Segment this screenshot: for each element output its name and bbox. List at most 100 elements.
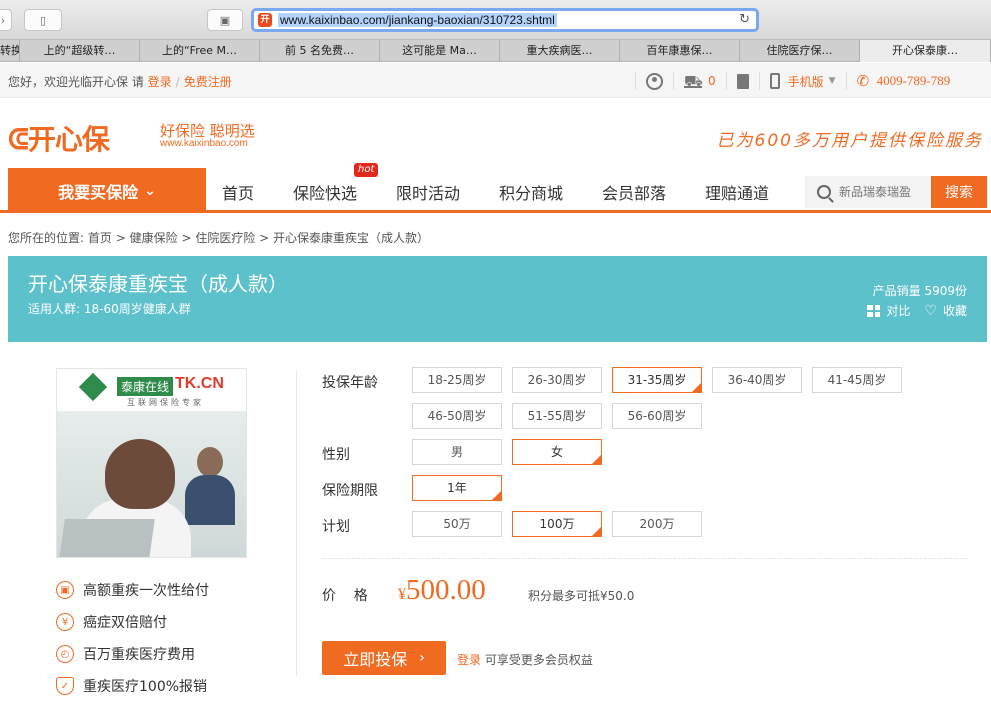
breadcrumb-health[interactable]: 健康保险: [130, 231, 178, 245]
cart-icon[interactable]: ⛟: [684, 73, 703, 88]
breadcrumb-home[interactable]: 首页: [88, 231, 112, 245]
mobile-version-link[interactable]: 手机版: [788, 73, 824, 90]
tab-8-active[interactable]: 开心保泰康…: [860, 40, 991, 62]
breadcrumb-current: 开心保泰康重疾宝（成人款）: [273, 231, 430, 245]
browser-toolbar: › ▯ ▣ 开 www.kaixinbao.com/jiankang-baoxi…: [0, 0, 991, 40]
cart-count: 0: [708, 74, 716, 88]
buy-menu-label: 我要买保险: [58, 182, 139, 202]
favorite-link[interactable]: 收藏: [943, 302, 967, 319]
chevron-down-icon: ⌄: [144, 182, 156, 199]
search-box: [805, 176, 931, 208]
tab-6[interactable]: 百年康惠保…: [620, 40, 740, 62]
site-topbar: 您好，欢迎光临开心保 请 登录 / 免费注册 ⛟ 0 手机版 ▼ ✆ 4009-78…: [0, 63, 991, 98]
tab-3[interactable]: 前 5 名免费…: [260, 40, 380, 62]
dashed-divider: [322, 558, 967, 559]
tab-7[interactable]: 住院医疗保…: [740, 40, 860, 62]
user-icon[interactable]: [646, 72, 663, 90]
feature-item: ✓ 重疾医疗100%报销: [56, 670, 209, 702]
tab-5[interactable]: 重大疾病医…: [500, 40, 620, 62]
breadcrumb-hospital[interactable]: 住院医疗险: [195, 231, 255, 245]
plan-option-100w-selected[interactable]: 100万: [512, 511, 602, 537]
buy-insurance-menu[interactable]: 我要买保险 ⌄: [8, 168, 206, 213]
separator: /: [175, 75, 180, 89]
search-input[interactable]: [839, 185, 925, 199]
nav-item-home[interactable]: 首页: [222, 180, 254, 204]
feature-list: ▣ 高额重疾一次性给付 ¥ 癌症双倍赔付 ◴ 百万重疾医疗费用 ✓ 重疾医疗100%报销: [56, 574, 209, 702]
product-title-band: 开心保泰康重疾宝（成人款） 适用人群: 18-60周岁健康人群 产品销量 590…: [8, 256, 987, 342]
chevron-down-icon[interactable]: ▼: [829, 76, 836, 86]
taikang-logo: 泰康在线 TK.CN 互联网保险专家: [57, 369, 246, 411]
compare-icon[interactable]: [867, 304, 881, 317]
divider: [673, 72, 674, 90]
nav-item-limited-offers[interactable]: 限时活动: [396, 180, 460, 204]
member-login-link[interactable]: 登录: [457, 653, 481, 667]
main-nav: 我要买保险 ⌄ 首页 保险快选 hot 限时活动 积分商城 会员部落 理赔通道 搜…: [0, 163, 991, 213]
age-option-56-60[interactable]: 56-60周岁: [612, 403, 702, 429]
search-icon: [817, 185, 831, 199]
gender-label: 性别: [322, 447, 350, 463]
shield-icon: ✓: [56, 677, 74, 695]
member-note: 登录 可享受更多会员权益: [457, 651, 593, 668]
age-option-31-35-selected[interactable]: 31-35周岁: [612, 367, 702, 393]
nav-item-quick-pick[interactable]: 保险快选: [293, 180, 357, 204]
mobile-phone-icon: [769, 73, 780, 89]
medical-icon: ◴: [56, 645, 74, 663]
tab-4[interactable]: 这可能是 Ma…: [380, 40, 500, 62]
price-label: 价 格: [322, 588, 368, 604]
address-bar[interactable]: 开 www.kaixinbao.com/jiankang-baoxian/310…: [251, 8, 759, 32]
product-actions: 对比 ♡ 收藏: [867, 302, 967, 319]
plan-option-50w[interactable]: 50万: [412, 511, 502, 537]
buy-now-button[interactable]: 立即投保 ›: [322, 641, 446, 675]
nav-item-points-mall[interactable]: 积分商城: [499, 180, 563, 204]
divider: [845, 72, 847, 90]
image-person-background-body: [185, 475, 235, 525]
age-option-46-50[interactable]: 46-50周岁: [412, 403, 502, 429]
topbar-icons: ⛟ 0 手机版 ▼ ✆ 4009-789-789: [625, 71, 950, 91]
sidebar-toggle-button[interactable]: ▯: [24, 9, 62, 31]
reload-icon[interactable]: ↻: [739, 12, 750, 27]
age-option-41-45[interactable]: 41-45周岁: [812, 367, 902, 393]
login-link[interactable]: 登录: [148, 75, 172, 89]
breadcrumb-separator: >: [115, 231, 130, 245]
chevron-right-icon: ›: [419, 650, 425, 666]
product-sales: 产品销量 5909份: [872, 284, 967, 298]
chevron-right-icon: ›: [0, 13, 6, 27]
image-person-head: [105, 439, 175, 509]
tab-1[interactable]: 上的“超级转…: [20, 40, 140, 62]
reader-button[interactable]: ▣: [207, 9, 243, 31]
gender-option-male[interactable]: 男: [412, 439, 502, 465]
product-subtitle: 适用人群: 18-60周岁健康人群: [28, 302, 191, 316]
site-logo[interactable]: ᕳ开心保: [8, 118, 110, 158]
gender-option-female-selected[interactable]: 女: [512, 439, 602, 465]
register-link[interactable]: 免费注册: [184, 75, 232, 89]
heart-icon[interactable]: ♡: [924, 303, 937, 319]
taikang-tagline: 互联网保险专家: [127, 398, 204, 407]
yen-icon: ¥: [56, 613, 74, 631]
document-icon[interactable]: [736, 73, 749, 89]
compare-link[interactable]: 对比: [886, 302, 910, 319]
plan-option-200w[interactable]: 200万: [612, 511, 702, 537]
feature-text: 重疾医疗100%报销: [83, 679, 208, 695]
age-option-51-55[interactable]: 51-55周岁: [512, 403, 602, 429]
price-number: 500.00: [406, 574, 486, 606]
gift-icon: ▣: [56, 581, 74, 599]
back-button[interactable]: ›: [0, 9, 12, 31]
currency-symbol: ¥: [398, 586, 406, 603]
tab-2[interactable]: 上的“Free M…: [140, 40, 260, 62]
term-label: 保险期限: [322, 483, 378, 499]
sidebar-icon: ▯: [39, 13, 47, 27]
nav-item-claims[interactable]: 理赔通道: [705, 180, 769, 204]
nav-item-members[interactable]: 会员部落: [602, 180, 666, 204]
product-detail: 泰康在线 TK.CN 互联网保险专家 ▣ 高额重疾一次性给付 ¥ 癌症双倍赔付 ◴ 百…: [8, 342, 987, 714]
tab-0[interactable]: 转换: [0, 40, 20, 62]
age-option-18-25[interactable]: 18-25周岁: [412, 367, 502, 393]
welcome-label: 您好，欢迎光临开心保 请: [8, 75, 144, 89]
age-option-36-40[interactable]: 36-40周岁: [712, 367, 802, 393]
url-text[interactable]: www.kaixinbao.com/jiankang-baoxian/31072…: [278, 13, 557, 27]
search-button[interactable]: 搜索: [931, 176, 987, 208]
term-option-1-year-selected[interactable]: 1年: [412, 475, 502, 501]
breadcrumb-separator: >: [259, 231, 274, 245]
age-option-26-30[interactable]: 26-30周岁: [512, 367, 602, 393]
header-slogan: 已为600多万用户提供保险服务: [716, 131, 983, 151]
taikang-domain: TK.CN: [175, 375, 224, 392]
